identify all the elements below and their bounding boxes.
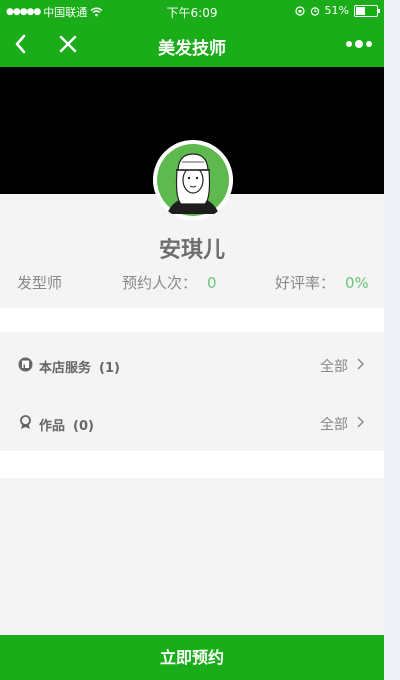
phone-screen: ●●●●● 中国联通 下午6:09 51% 美发技师 安琪儿 发型师 预约人次：… (0, 0, 384, 680)
rating-label: 好评率： (275, 274, 336, 292)
page-margin (384, 0, 400, 680)
section-label: 本店服务 (1) (39, 357, 120, 376)
more-icon[interactable] (344, 36, 374, 52)
services-label: 本店服务 (39, 361, 92, 376)
battery-icon (354, 4, 380, 17)
avatar-image (153, 140, 233, 220)
bookings-value: 0 (207, 274, 217, 292)
chevron-right-icon (357, 416, 364, 428)
alarm-icon (310, 6, 319, 16)
book-now-button[interactable]: 立即预约 (0, 635, 384, 680)
works-label: 作品 (39, 419, 66, 434)
technician-avatar (153, 140, 233, 220)
status-right: 51% (294, 4, 380, 17)
services-count: (1) (99, 361, 120, 376)
bookings-stat: 预约人次： 0 (122, 272, 217, 293)
shop-icon (18, 357, 33, 372)
bookings-label: 预约人次： (122, 274, 198, 292)
rating-value: 0% (345, 274, 369, 292)
battery-fill (356, 6, 365, 15)
orientation-lock-icon (294, 5, 305, 16)
battery-percent: 51% (324, 4, 349, 17)
section-row-works[interactable]: 作品 (0) 全部 (0, 395, 384, 451)
divider-band (0, 451, 384, 478)
technician-role: 发型师 (17, 274, 63, 292)
nav-bar: 美发技师 (0, 22, 384, 67)
chevron-right-icon (357, 358, 364, 370)
section-label: 作品 (0) (39, 415, 94, 434)
award-icon (20, 415, 31, 429)
services-view-all[interactable]: 全部 (320, 356, 348, 376)
works-count: (0) (73, 419, 94, 434)
rating-stat: 好评率： 0% (275, 272, 369, 293)
status-bar: ●●●●● 中国联通 下午6:09 51% (0, 0, 384, 22)
profile-stats: 发型师 预约人次： 0 好评率： 0% (0, 272, 384, 298)
divider-band (0, 308, 384, 332)
works-view-all[interactable]: 全部 (320, 414, 348, 434)
page-title: 美发技师 (158, 39, 226, 59)
section-row-services[interactable]: 本店服务 (1) 全部 (0, 337, 384, 393)
technician-name: 安琪儿 (158, 238, 225, 263)
